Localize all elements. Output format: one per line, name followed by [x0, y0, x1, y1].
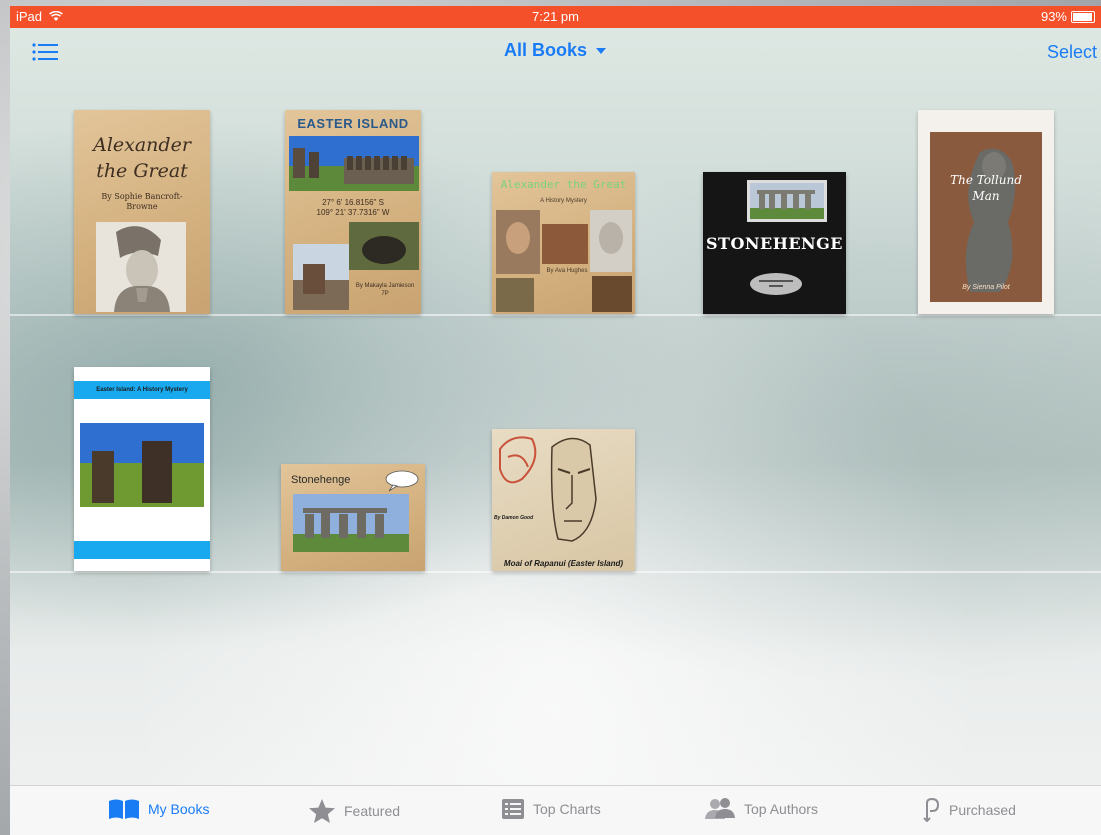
coordinates-latitude: 27° 6' 16.8156" S [322, 198, 384, 207]
book-cover-stonehenge-black[interactable]: STONEHENGE [703, 172, 846, 314]
collection-title-label: All Books [503, 40, 587, 60]
all-books-dropdown[interactable]: All Books [504, 40, 607, 60]
book-author: By Sienna Pilot [962, 284, 1010, 291]
cave-photo [349, 222, 419, 270]
book-title: Alexander the Great [500, 178, 627, 191]
list-icon [502, 799, 524, 819]
shelf-divider [10, 571, 1101, 573]
book-author: By Damon Good [494, 515, 534, 521]
book-title-line: The Tollund [950, 173, 1022, 187]
people-icon [705, 798, 735, 819]
navigation-bar: All Books Select [10, 28, 1101, 76]
stonehenge-photo [293, 494, 409, 552]
stonehenge-photo [747, 180, 827, 222]
book-author: By Ava Hughes [546, 268, 588, 274]
chevron-down-icon [596, 48, 607, 54]
blue-banner [74, 541, 210, 559]
tab-label: Top Charts [533, 801, 601, 817]
book-title-line: the Great [96, 160, 188, 182]
book-cover-easter-island-history-mystery[interactable]: Easter Island: A History Mystery [74, 367, 210, 571]
moai-drawing [499, 436, 597, 542]
ipad-screen: iPad 7:21 pm 93% All Books Select Alexan… [10, 6, 1101, 835]
tab-my-books[interactable]: My Books [108, 798, 209, 820]
book-cover-tollund-man[interactable]: The Tollund Man By Sienna Pilot [918, 110, 1054, 314]
alexander-bust-image [96, 222, 186, 312]
status-time: 7:21 pm [532, 9, 579, 24]
author-stone-badge [750, 273, 802, 295]
book-title: STONEHENGE [705, 234, 843, 253]
tollund-man-image [930, 132, 1042, 302]
book-title: Stonehenge [291, 474, 351, 486]
device-frame: iPad 7:21 pm 93% All Books Select Alexan… [0, 0, 1101, 835]
book-title-line: Man [972, 189, 1000, 203]
tab-featured[interactable]: Featured [308, 798, 400, 824]
battery-icon [1071, 10, 1095, 23]
book-subtitle: A History Mystery [540, 198, 587, 204]
tab-top-authors[interactable]: Top Authors [704, 798, 818, 820]
tab-top-charts[interactable]: Top Charts [501, 798, 601, 820]
tab-label: Purchased [949, 802, 1016, 818]
book-cover-alexander-history-mystery[interactable]: Alexander the Great A History Mystery By… [492, 172, 635, 314]
tab-purchased[interactable]: Purchased [921, 798, 1016, 822]
open-book-icon [109, 799, 139, 819]
speech-bubble [385, 470, 419, 492]
tab-label: Featured [344, 803, 401, 819]
moai-photo [80, 423, 204, 507]
rock-photo [293, 244, 349, 310]
book-title: EASTER ISLAND [297, 116, 409, 131]
book-cover-alexander-the-great[interactable]: Alexander the Great By Sophie Bancroft-B… [74, 110, 210, 314]
tab-label: My Books [148, 801, 210, 817]
collection-title: All Books [10, 40, 1101, 61]
battery-percent: 93% [1040, 9, 1067, 24]
list-menu-icon[interactable] [30, 40, 60, 64]
book-title: Moai of Rapanui (Easter Island) [503, 559, 624, 568]
book-cover-easter-island[interactable]: EASTER ISLAND 27° 6' 16.8156" S 109° 21'… [285, 110, 421, 314]
book-author: By Sophie Bancroft-Browne [101, 192, 183, 211]
purchased-icon [923, 798, 940, 822]
star-icon [309, 799, 335, 823]
shelf-divider [10, 314, 1101, 316]
book-cover-moai-of-rapanui[interactable]: By Damon Good Moai of Rapanui (Easter Is… [492, 429, 635, 571]
book-title-line: Alexander [93, 134, 191, 156]
book-cover-stonehenge[interactable]: Stonehenge [281, 464, 425, 571]
coordinates-longitude: 109° 21' 37.7316" W [316, 208, 390, 217]
tab-label: Top Authors [744, 801, 818, 817]
book-title: Easter Island: A History Mystery [74, 381, 210, 399]
book-author: By Makayla Jamieson 7P [355, 283, 415, 297]
alexander-collage-image [496, 210, 632, 312]
status-bar: iPad 7:21 pm 93% [10, 6, 1101, 28]
tab-bar: My Books Featured Top Charts Top Authors [10, 785, 1101, 835]
select-button[interactable]: Select [1047, 42, 1097, 63]
moai-row-photo [289, 136, 419, 191]
battery-indicator: 93% [1041, 9, 1095, 24]
